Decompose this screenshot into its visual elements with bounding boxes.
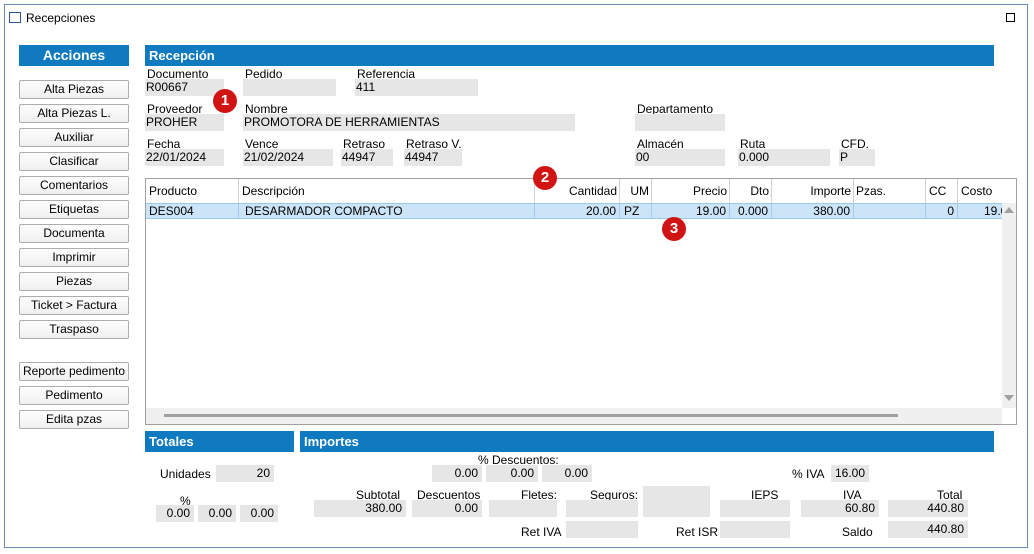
traspaso-button[interactable]: Traspaso bbox=[19, 320, 129, 339]
proveedor-field[interactable]: PROHER bbox=[145, 114, 224, 131]
vertical-scrollbar[interactable] bbox=[1002, 203, 1016, 408]
unidades-field[interactable]: 20 bbox=[216, 465, 274, 482]
badge-2: 2 bbox=[533, 166, 557, 190]
referencia-field[interactable]: 411 bbox=[355, 79, 478, 96]
auxiliar-button[interactable]: Auxiliar bbox=[19, 128, 129, 147]
total-field[interactable]: 440.80 bbox=[888, 500, 968, 517]
etiquetas-button[interactable]: Etiquetas bbox=[19, 200, 129, 219]
iva-pct-field[interactable]: 16.00 bbox=[831, 465, 869, 482]
cell-um: PZ bbox=[620, 203, 652, 219]
col-cc[interactable]: CC bbox=[926, 179, 958, 203]
col-descripcion[interactable]: Descripción bbox=[239, 179, 535, 203]
pedido-field[interactable] bbox=[243, 79, 336, 96]
col-producto[interactable]: Producto bbox=[146, 179, 239, 203]
subtotal-field[interactable]: 380.00 bbox=[314, 500, 406, 517]
col-um[interactable]: UM bbox=[620, 179, 652, 203]
badge-1: 1 bbox=[213, 89, 237, 113]
alta-piezas-button[interactable]: Alta Piezas bbox=[19, 80, 129, 99]
col-pzas[interactable]: Pzas. bbox=[854, 179, 926, 203]
ret-isr-field[interactable] bbox=[720, 521, 790, 538]
reporte-pedimento-button[interactable]: Reporte pedimento bbox=[19, 362, 129, 381]
retraso-v-field[interactable]: 44947 bbox=[404, 149, 462, 166]
scroll-down-icon[interactable] bbox=[1004, 395, 1014, 401]
ret-iva-field[interactable] bbox=[566, 521, 638, 538]
alta-piezas-l-button[interactable]: Alta Piezas L. bbox=[19, 104, 129, 123]
scroll-up-icon[interactable] bbox=[1004, 207, 1014, 213]
ticket-factura-button[interactable]: Ticket > Factura bbox=[19, 296, 129, 315]
iva-field[interactable]: 60.80 bbox=[801, 500, 879, 517]
retraso-field[interactable]: 44947 bbox=[341, 149, 393, 166]
saldo-field[interactable]: 440.80 bbox=[888, 521, 968, 538]
vence-field[interactable]: 21/02/2024 bbox=[243, 149, 333, 166]
pedimento-button[interactable]: Pedimento bbox=[19, 386, 129, 405]
almacen-field[interactable]: 00 bbox=[635, 149, 725, 166]
window-title: Recepciones bbox=[26, 11, 96, 25]
cell-producto: DES004 bbox=[146, 203, 239, 219]
nombre-field[interactable]: PROMOTORA DE HERRAMIENTAS bbox=[243, 114, 575, 131]
ieps-field[interactable] bbox=[720, 500, 790, 517]
cell-cc: 0 bbox=[926, 203, 958, 219]
col-precio[interactable]: Precio bbox=[652, 179, 730, 203]
acciones-header: Acciones bbox=[19, 45, 129, 66]
cell-costo: 19.00 bbox=[984, 204, 1002, 218]
recepcion-header: Recepción bbox=[145, 45, 994, 66]
badge-3: 3 bbox=[662, 217, 686, 241]
ruta-field[interactable]: 0.000 bbox=[738, 149, 830, 166]
cell-importe: 380.00 bbox=[772, 203, 854, 219]
departamento-field[interactable] bbox=[635, 114, 725, 131]
horizontal-scroll-thumb[interactable] bbox=[164, 414, 898, 417]
cell-pzas bbox=[854, 203, 926, 219]
fletes-field[interactable] bbox=[489, 500, 557, 517]
cfd-field[interactable]: P bbox=[839, 149, 875, 166]
cell-descripcion: DESARMADOR COMPACTO bbox=[239, 203, 535, 219]
edita-pzas-button[interactable]: Edita pzas bbox=[19, 410, 129, 429]
imprimir-button[interactable]: Imprimir bbox=[19, 248, 129, 267]
importes-header: Importes bbox=[300, 431, 994, 452]
window-icon bbox=[9, 12, 21, 23]
pct-field-3[interactable]: 0.00 bbox=[240, 505, 278, 522]
descuentos-field[interactable]: 0.00 bbox=[412, 500, 482, 517]
cell-dto: 0.000 bbox=[730, 203, 772, 219]
cell-precio: 19.00 bbox=[652, 203, 730, 219]
piezas-button[interactable]: Piezas bbox=[19, 272, 129, 291]
products-grid[interactable]: Producto Descripción Cantidad UM Precio … bbox=[145, 178, 1017, 425]
descuento-field-1[interactable]: 0.00 bbox=[432, 465, 482, 482]
col-costo[interactable]: Costo bbox=[958, 179, 1002, 203]
clasificar-button[interactable]: Clasificar bbox=[19, 152, 129, 171]
col-dto[interactable]: Dto bbox=[730, 179, 772, 203]
totales-header: Totales bbox=[145, 431, 294, 452]
unidades-label: Unidades bbox=[160, 467, 211, 481]
ret-iva-label: Ret IVA bbox=[521, 525, 562, 539]
pct-field-1[interactable]: 0.00 bbox=[156, 505, 194, 522]
fecha-field[interactable]: 22/01/2024 bbox=[145, 149, 224, 166]
comentarios-button[interactable]: Comentarios bbox=[19, 176, 129, 195]
seguros-extra-field[interactable] bbox=[643, 486, 710, 517]
descuento-field-3[interactable]: 0.00 bbox=[542, 465, 592, 482]
seguros-field[interactable] bbox=[566, 500, 638, 517]
documento-field[interactable]: R00667 bbox=[145, 79, 224, 96]
saldo-label: Saldo bbox=[842, 525, 873, 539]
descuento-field-2[interactable]: 0.00 bbox=[486, 465, 538, 482]
ret-isr-label: Ret ISR bbox=[676, 525, 719, 539]
col-importe[interactable]: Importe bbox=[772, 179, 854, 203]
maximize-button[interactable] bbox=[1006, 13, 1015, 22]
iva-pct-label: % IVA bbox=[792, 467, 825, 481]
pct-field-2[interactable]: 0.00 bbox=[198, 505, 236, 522]
cell-cantidad: 20.00 bbox=[535, 203, 620, 219]
documenta-button[interactable]: Documenta bbox=[19, 224, 129, 243]
